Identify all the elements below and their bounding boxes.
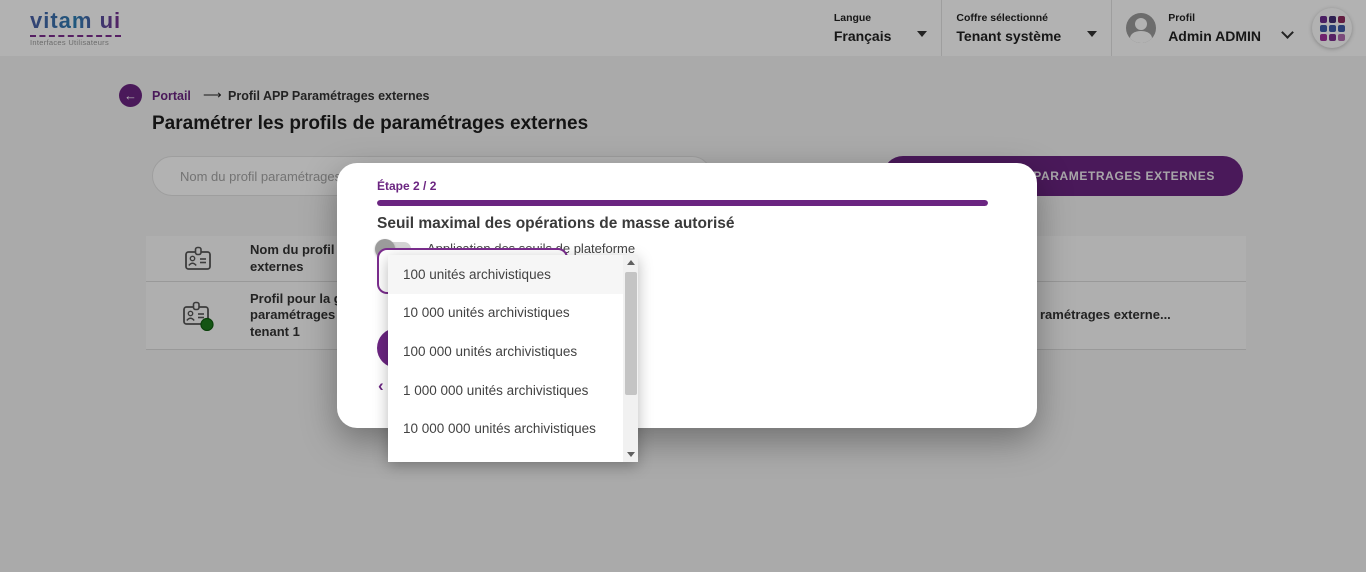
option-list: 100 unités archivistiques 10 000 unités … bbox=[388, 255, 623, 462]
scroll-up-arrow[interactable] bbox=[623, 255, 638, 270]
dialog-title: Seuil maximal des opérations de masse au… bbox=[377, 215, 988, 233]
step-indicator: Étape 2 / 2 bbox=[377, 179, 988, 193]
scroll-down-arrow[interactable] bbox=[623, 447, 638, 462]
threshold-dropdown-panel: 100 unités archivistiques 10 000 unités … bbox=[388, 255, 638, 462]
dropdown-scrollbar[interactable] bbox=[623, 255, 638, 462]
dropdown-option[interactable]: 1 000 000 unités archivistiques bbox=[388, 371, 623, 410]
chevron-left-icon: ‹ bbox=[378, 377, 384, 394]
dropdown-option[interactable]: 10 000 unités archivistiques bbox=[388, 294, 623, 333]
progress-fill bbox=[377, 200, 988, 206]
dropdown-option[interactable]: 10 000 000 unités archivistiques bbox=[388, 409, 623, 448]
progress-bar bbox=[377, 200, 988, 206]
dropdown-option[interactable]: 100 000 unités archivistiques bbox=[388, 332, 623, 371]
dropdown-option[interactable]: 100 unités archivistiques bbox=[388, 255, 623, 294]
scrollbar-thumb[interactable] bbox=[625, 272, 637, 395]
